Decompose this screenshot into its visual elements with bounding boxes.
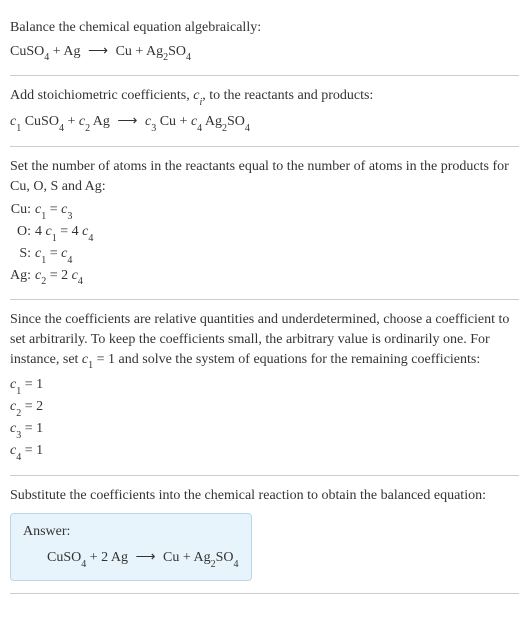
section-atom-balance: Set the number of atoms in the reactants… (10, 147, 519, 300)
answer-box: Answer: CuSO4 + 2 Ag ⟶ Cu + Ag2SO4 (10, 513, 252, 580)
table-row: Cu: c1 = c3 (10, 200, 99, 222)
coeff-value: c3 = 1 (10, 419, 519, 441)
section-answer: Substitute the coefficients into the che… (10, 476, 519, 594)
atom-intro: Set the number of atoms in the reactants… (10, 157, 519, 196)
coeff-intro: Add stoichiometric coefficients, ci, to … (10, 86, 519, 108)
table-row: S: c1 = c4 (10, 244, 99, 266)
atom-equations-table: Cu: c1 = c3 O: 4 c1 = 4 c4 S: c1 = c4 Ag… (10, 200, 99, 287)
section-problem: Balance the chemical equation algebraica… (10, 8, 519, 76)
section-coefficients: Add stoichiometric coefficients, ci, to … (10, 76, 519, 147)
reactant-2: Ag (63, 44, 80, 59)
coeff-equation: c1 CuSO4 + c2 Ag ⟶ c3 Cu + c4 Ag2SO4 (10, 112, 519, 134)
unbalanced-equation: CuSO4 + Ag ⟶ Cu + Ag2SO4 (10, 42, 519, 64)
coeff-value: c4 = 1 (10, 441, 519, 463)
table-row: O: 4 c1 = 4 c4 (10, 222, 99, 244)
coeff-value: c1 = 1 (10, 375, 519, 397)
product-side: Cu + Ag2SO4 (116, 44, 191, 59)
section-solve: Since the coefficients are relative quan… (10, 300, 519, 475)
arrow-icon: ⟶ (131, 550, 159, 565)
problem-intro: Balance the chemical equation algebraica… (10, 18, 519, 38)
solve-intro: Since the coefficients are relative quan… (10, 310, 519, 371)
arrow-icon: ⟶ (113, 114, 141, 129)
answer-intro: Substitute the coefficients into the che… (10, 486, 519, 506)
coeff-value: c2 = 2 (10, 397, 519, 419)
arrow-icon: ⟶ (84, 44, 112, 59)
balanced-equation: CuSO4 + 2 Ag ⟶ Cu + Ag2SO4 (23, 548, 239, 570)
table-row: Ag: c2 = 2 c4 (10, 266, 99, 288)
reactant-1: CuSO4 (10, 44, 49, 59)
answer-label: Answer: (23, 522, 239, 542)
